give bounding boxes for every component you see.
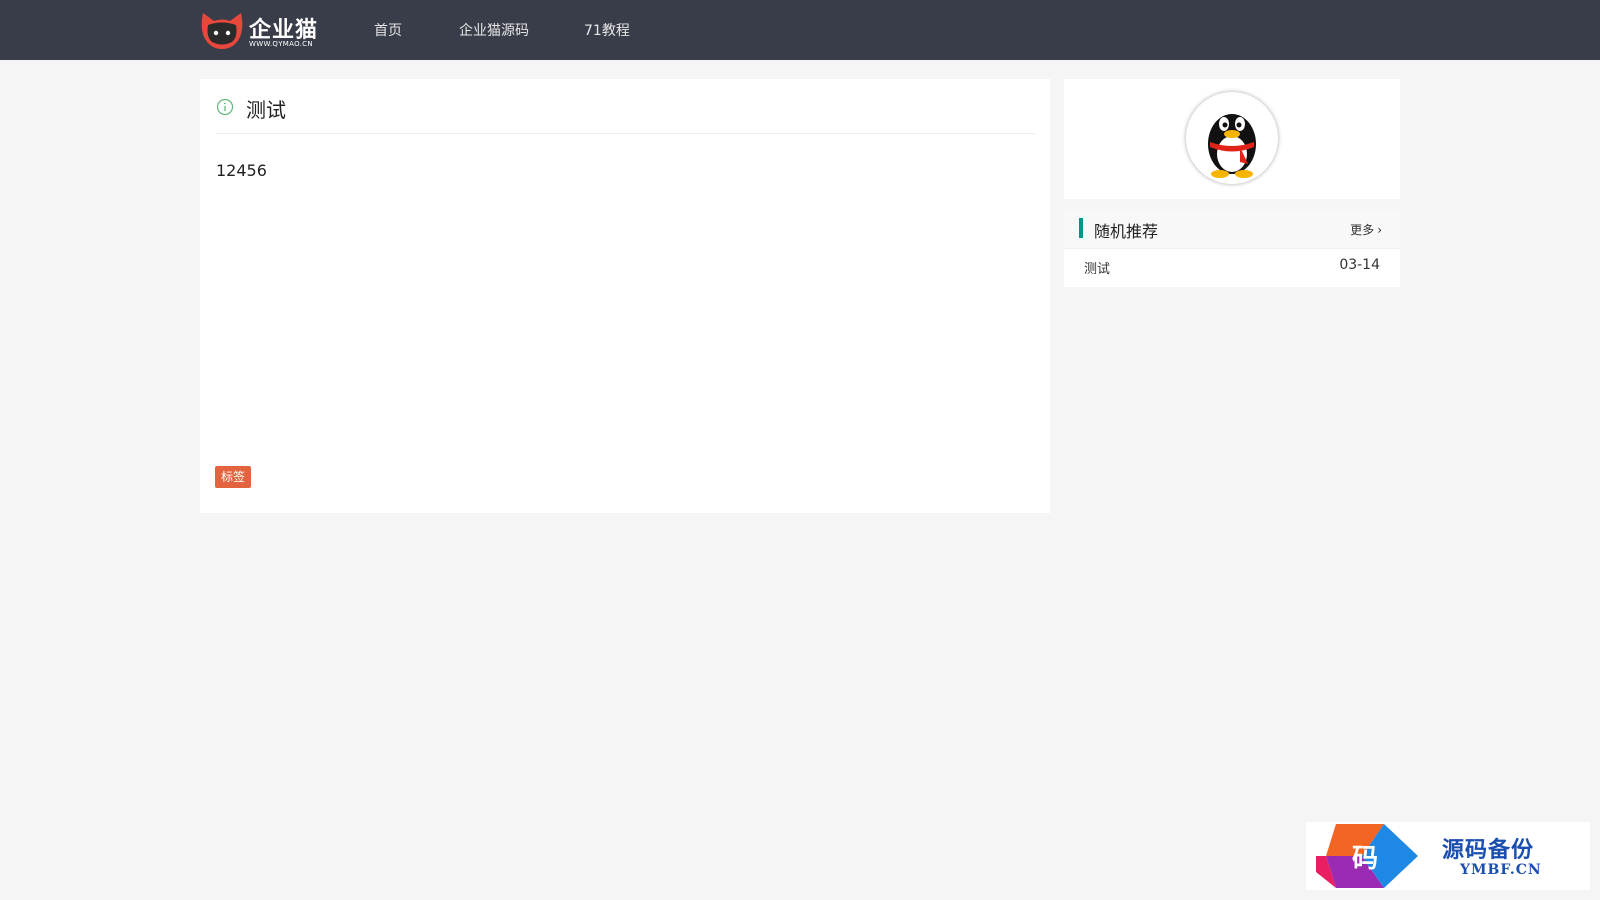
nav-source-code[interactable]: 企业猫源码: [459, 20, 529, 40]
list-item[interactable]: 测试 03-14: [1064, 251, 1400, 281]
nav-home[interactable]: 首页: [374, 20, 402, 40]
top-navbar: 企业猫 WWW.QYMAO.CN 首页 企业猫源码 71教程: [0, 0, 1600, 60]
watermark-subtitle: YMBF.CN: [1460, 862, 1542, 878]
article-title: 测试: [246, 98, 286, 122]
profile-card: [1064, 79, 1400, 199]
recommend-header: 随机推荐 更多 ›: [1064, 209, 1400, 249]
random-recommend-panel: 随机推荐 更多 › 测试 03-14: [1064, 209, 1400, 287]
chevron-right-icon: ›: [1377, 223, 1382, 237]
info-icon: [216, 98, 234, 116]
article-title-row: 测试: [216, 94, 1035, 134]
accent-bar: [1079, 218, 1083, 238]
watermark-logo: 码 源码备份 YMBF.CN: [1306, 822, 1590, 890]
article-panel: 测试 12456 标签: [200, 79, 1050, 513]
article-body: 12456: [216, 161, 267, 180]
more-label: 更多: [1350, 223, 1375, 237]
list-item-title: 测试: [1084, 262, 1111, 277]
site-logo[interactable]: 企业猫 WWW.QYMAO.CN: [200, 10, 324, 52]
penguin-avatar-icon: [1208, 114, 1256, 178]
tag-badge[interactable]: 标签: [215, 466, 252, 488]
more-link[interactable]: 更多 ›: [1350, 221, 1382, 238]
list-item-date: 03-14: [1339, 257, 1380, 273]
nav-tutorial[interactable]: 71教程: [584, 20, 630, 40]
watermark-icon-char: 码: [1352, 844, 1379, 874]
watermark-title: 源码备份: [1442, 837, 1535, 863]
cat-logo-icon: [201, 13, 243, 49]
recommend-title: 随机推荐: [1094, 222, 1159, 241]
avatar[interactable]: [1186, 92, 1278, 184]
logo-subtitle: WWW.QYMAO.CN: [249, 40, 313, 48]
